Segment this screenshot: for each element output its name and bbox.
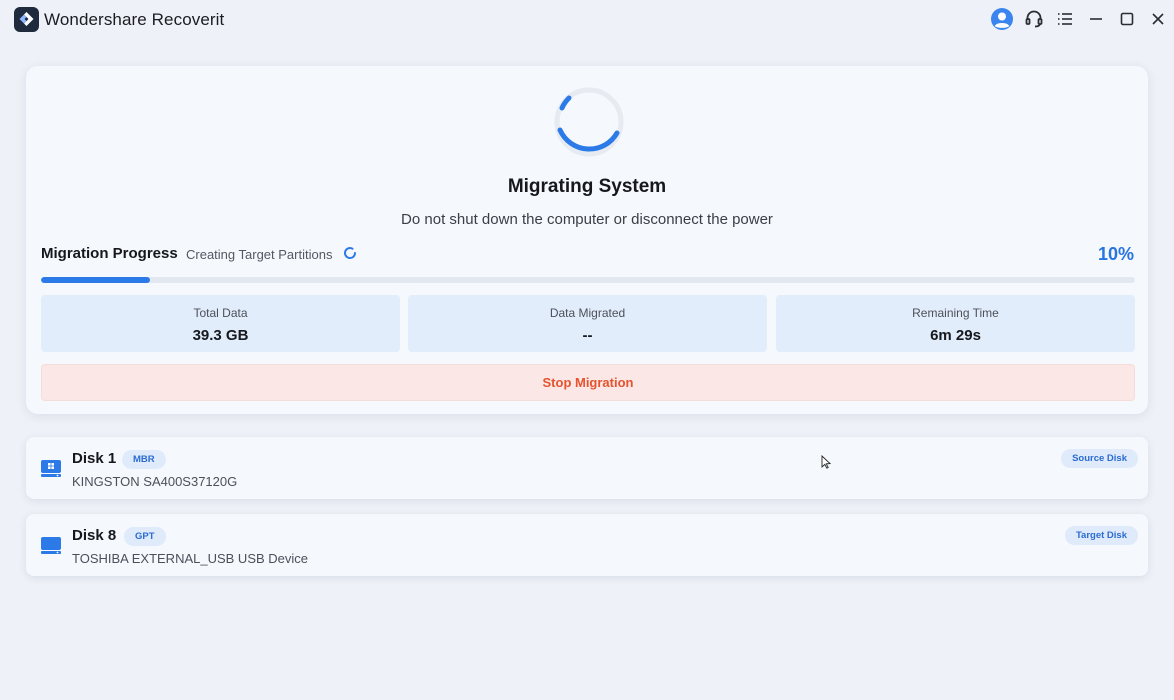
stat-value: 39.3 GB: [192, 327, 249, 344]
disk-drive-icon: [41, 537, 61, 554]
source-disk-card[interactable]: Disk 1 MBR KINGSTON SA400S37120G Source …: [26, 437, 1148, 499]
menu-list-icon[interactable]: [1052, 6, 1078, 32]
disk-model: TOSHIBA EXTERNAL_USB USB Device: [72, 551, 309, 566]
disk-name: Disk 8: [72, 527, 117, 544]
loading-spinner-icon: [554, 87, 624, 157]
maximize-icon[interactable]: [1114, 6, 1140, 32]
source-disk-badge: Source Disk: [1061, 449, 1138, 468]
progress-bar: [41, 277, 1135, 283]
stat-data-migrated: Data Migrated --: [408, 295, 767, 352]
support-headset-icon[interactable]: [1021, 6, 1047, 32]
close-icon[interactable]: [1145, 6, 1171, 32]
stat-remaining-time: Remaining Time 6m 29s: [776, 295, 1135, 352]
disk-name: Disk 1: [72, 450, 117, 467]
stat-label: Data Migrated: [549, 306, 626, 320]
target-disk-card[interactable]: Disk 8 GPT TOSHIBA EXTERNAL_USB USB Devi…: [26, 514, 1148, 576]
progress-status-text: Creating Target Partitions: [186, 247, 333, 262]
migration-title: Migrating System: [507, 176, 667, 197]
disk-model: KINGSTON SA400S37120G: [72, 474, 238, 489]
progress-bar-fill: [41, 277, 151, 283]
partition-style-badge: MBR: [122, 450, 166, 469]
title-bar: Wondershare Recoverit: [0, 0, 1174, 38]
stop-migration-button[interactable]: Stop Migration: [41, 364, 1135, 401]
stat-label: Total Data: [193, 306, 248, 320]
stat-value: 6m 29s: [930, 327, 981, 344]
progress-percent: 10%: [1097, 244, 1134, 264]
progress-label: Migration Progress: [41, 245, 178, 262]
mouse-cursor-icon: [821, 455, 831, 469]
stat-value: --: [582, 327, 593, 344]
disk-windows-icon: [41, 460, 61, 477]
target-disk-badge: Target Disk: [1064, 526, 1138, 545]
partition-style-badge: GPT: [124, 527, 166, 546]
app-logo-icon: [14, 7, 39, 32]
stat-label: Remaining Time: [912, 306, 999, 320]
stat-total-data: Total Data 39.3 GB: [41, 295, 400, 352]
account-icon[interactable]: [989, 6, 1015, 32]
app-title: Wondershare Recoverit: [44, 10, 225, 29]
minimize-icon[interactable]: [1083, 6, 1109, 32]
progress-loading-icon: [344, 247, 357, 259]
migration-warning-text: Do not shut down the computer or disconn…: [401, 211, 773, 228]
